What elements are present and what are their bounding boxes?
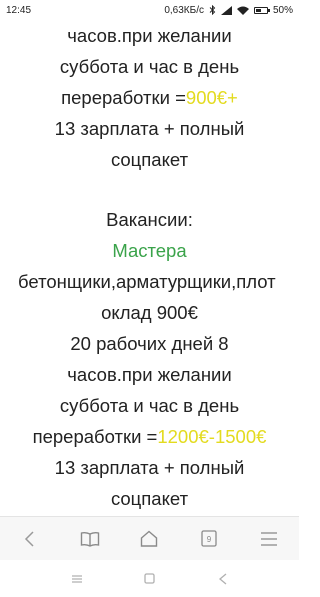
battery-fill [255,8,261,12]
bookmarks-icon[interactable] [75,524,105,554]
status-bar: 12:45 0,63КБ/с 50% [0,0,299,20]
text-line: часов.при желании [67,25,232,46]
network-speed: 0,63КБ/с [164,4,204,16]
text-line: суббота и час в день [59,56,240,77]
text-line: соцпакет [110,488,189,509]
text-line: переработки =1200€-1500€ [0,421,299,452]
text-fragment: переработки = [32,426,158,447]
back-icon[interactable] [15,524,45,554]
message-text: часов.при желании суббота и час в день п… [0,20,299,516]
home-icon[interactable] [134,524,164,554]
bluetooth-icon [209,5,216,15]
text-fragment: переработки = [61,87,186,108]
battery-icon [253,6,270,14]
wifi-icon [236,6,249,15]
text-line: соцпакет [110,149,189,170]
recents-icon[interactable] [63,565,91,593]
highlighted-amount: 900€+ [185,87,238,108]
system-navigation-bar [0,560,299,597]
back-triangle-icon[interactable] [209,565,237,593]
browser-toolbar: 9 [0,516,299,560]
menu-icon[interactable] [254,524,284,554]
text-line: 13 зарплата + полный [54,118,245,139]
role-title: Мастера [112,240,187,261]
vacancies-heading: Вакансии: [106,209,193,230]
text-line: 20 рабочих дней 8 [70,333,229,354]
text-line: часов.при желании [67,364,232,385]
text-line: суббота и час в день [59,395,240,416]
tabs-icon[interactable]: 9 [194,524,224,554]
status-indicators: 0,63КБ/с 50% [164,5,293,16]
salary-line: оклад 900€ [101,302,198,323]
cellular-signal-icon [220,5,232,15]
tabs-count: 9 [207,535,212,544]
trades-list: бетонщики,арматурщики,плот [18,271,276,292]
home-square-icon[interactable] [136,565,164,593]
text-line: 13 зарплата + полный [54,457,245,478]
battery-percent: 50% [272,4,293,16]
status-time: 12:45 [6,4,32,16]
text-line: переработки =900€+ [0,82,299,113]
highlighted-amount: 1200€-1500€ [157,426,267,447]
